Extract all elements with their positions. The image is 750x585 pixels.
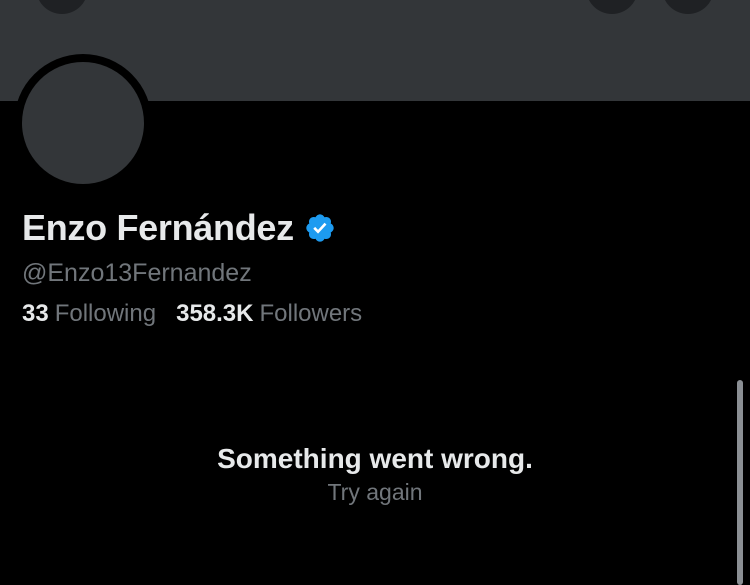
error-state: Something went wrong. Try again <box>0 440 750 508</box>
followers-count: 358.3K <box>176 300 254 327</box>
error-message: Something went wrong. <box>217 443 533 474</box>
followers-link[interactable]: 358.3K Followers <box>176 297 362 331</box>
followers-label: Followers <box>259 300 363 327</box>
following-label: Following <box>54 300 157 327</box>
verified-badge-icon[interactable] <box>304 212 336 244</box>
following-count: 33 <box>22 300 49 327</box>
profile-screen: Enzo Fernández @Enzo13Fernandez 33 Follo… <box>0 0 750 585</box>
display-name: Enzo Fernández <box>22 207 294 248</box>
follow-stats: 33 Following 358.3K Followers <box>22 297 362 331</box>
user-handle: @Enzo13Fernandez <box>22 259 252 287</box>
scrollbar[interactable] <box>737 380 743 585</box>
avatar[interactable] <box>22 62 144 184</box>
following-link[interactable]: 33 Following <box>22 297 156 331</box>
try-again-button[interactable]: Try again <box>327 476 422 508</box>
name-row: Enzo Fernández <box>22 206 336 250</box>
